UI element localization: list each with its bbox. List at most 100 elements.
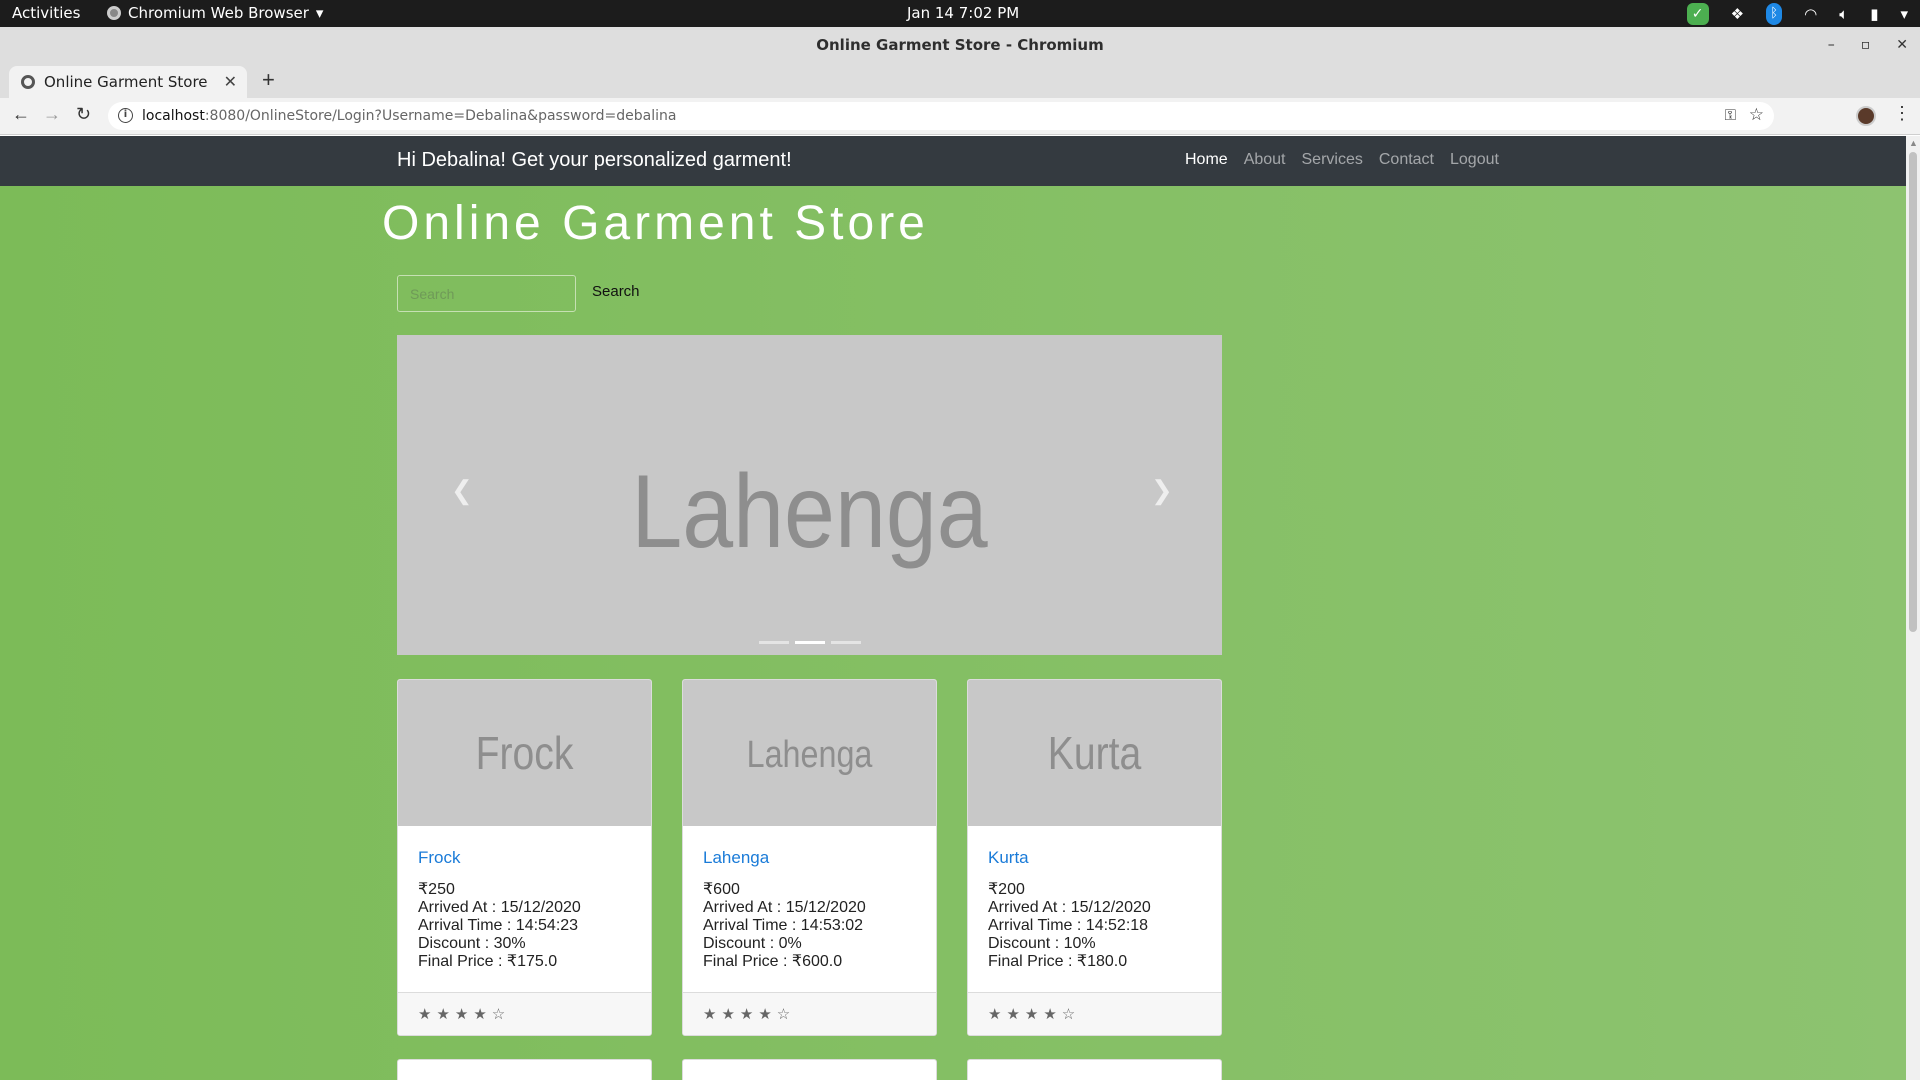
maximize-button[interactable]: ▫: [1861, 27, 1871, 63]
nav-home[interactable]: Home: [1185, 151, 1228, 169]
product-price: ₹200: [988, 881, 1025, 898]
chromium-icon: [107, 6, 121, 20]
star-rating: ★★★★☆: [988, 1006, 1081, 1023]
page-title: Online Garment Store: [382, 197, 929, 250]
product-image: Kurta: [968, 680, 1221, 826]
search-button[interactable]: Search: [592, 283, 640, 300]
back-arrow-icon[interactable]: ←: [12, 104, 30, 125]
minimize-button[interactable]: –: [1828, 27, 1835, 63]
product-card: Frock Frock ₹250 Arrived At : 15/12/2020…: [397, 679, 652, 1036]
check-status-icon[interactable]: ✓: [1686, 2, 1709, 25]
product-image-text: Kurta: [1047, 727, 1142, 779]
product-discount: Discount : 0%: [703, 935, 802, 952]
product-price: ₹600: [703, 881, 740, 898]
carousel-slide-image: Lahenga: [631, 454, 988, 570]
product-card: Lahenga Lahenga ₹600 Arrived At : 15/12/…: [682, 679, 937, 1036]
carousel-prev-icon[interactable]: ❮: [451, 475, 473, 506]
carousel-indicators: [759, 641, 861, 644]
product-arrived-at: Arrived At : 15/12/2020: [418, 899, 581, 916]
carousel-indicator[interactable]: [795, 641, 825, 644]
tab-strip: Online Garment Store ✕ +: [0, 63, 1920, 98]
clock[interactable]: Jan 14 7:02 PM: [907, 4, 1019, 22]
address-bar[interactable]: i localhost:8080/OnlineStore/Login?Usern…: [108, 102, 1774, 130]
system-top-bar: Activities Chromium Web Browser ▾ Jan 14…: [0, 0, 1920, 27]
tab-online-garment-store[interactable]: Online Garment Store ✕: [9, 66, 247, 98]
window-controls: – ▫ ✕: [1828, 27, 1908, 63]
product-details: ₹250 Arrived At : 15/12/2020 Arrival Tim…: [418, 881, 581, 971]
product-card-partial: [682, 1059, 937, 1080]
tab-label: Online Garment Store: [44, 73, 208, 91]
menu-kebab-icon[interactable]: ⋮: [1893, 103, 1911, 124]
profile-avatar[interactable]: [1856, 106, 1876, 126]
product-price: ₹250: [418, 881, 455, 898]
battery-icon[interactable]: ▮: [1870, 5, 1878, 23]
product-details: ₹600 Arrived At : 15/12/2020 Arrival Tim…: [703, 881, 866, 971]
product-carousel: Lahenga ❮ ❯: [397, 335, 1222, 655]
url-text[interactable]: localhost:8080/OnlineStore/Login?Usernam…: [142, 108, 676, 124]
site-navbar: Hi Debalina! Get your personalized garme…: [0, 136, 1906, 186]
nav-services[interactable]: Services: [1302, 151, 1363, 169]
navbar-greeting[interactable]: Hi Debalina! Get your personalized garme…: [397, 149, 792, 172]
search-input[interactable]: [397, 275, 576, 312]
product-image-text: Lahenga: [746, 734, 873, 776]
bookmark-star-icon[interactable]: ☆: [1749, 105, 1764, 125]
product-details: ₹200 Arrived At : 15/12/2020 Arrival Tim…: [988, 881, 1151, 971]
globe-icon: [21, 75, 35, 89]
activities-button[interactable]: Activities: [12, 4, 80, 22]
browser-toolbar: ← → ↻ i localhost:8080/OnlineStore/Login…: [0, 98, 1920, 135]
product-arrived-at: Arrived At : 15/12/2020: [988, 899, 1151, 916]
card-footer: ★★★★☆: [683, 992, 936, 1035]
nav-links: Home About Services Contact Logout: [1185, 151, 1499, 169]
product-card: Kurta Kurta ₹200 Arrived At : 15/12/2020…: [967, 679, 1222, 1036]
card-footer: ★★★★☆: [968, 992, 1221, 1035]
dropbox-icon[interactable]: ❖: [1731, 5, 1744, 23]
nav-about[interactable]: About: [1244, 151, 1286, 169]
product-image: Lahenga: [683, 680, 936, 826]
product-final-price: Final Price : ₹180.0: [988, 953, 1128, 970]
new-tab-button[interactable]: +: [262, 67, 275, 93]
product-name-link[interactable]: Frock: [418, 848, 461, 868]
product-card-partial: [967, 1059, 1222, 1080]
product-arrival-time: Arrival Time : 14:54:23: [418, 917, 579, 934]
window-titlebar: Online Garment Store - Chromium – ▫ ✕: [0, 27, 1920, 63]
star-rating: ★★★★☆: [703, 1006, 796, 1023]
app-menu-label: Chromium Web Browser: [128, 4, 309, 22]
bluetooth-icon[interactable]: ᛒ: [1766, 2, 1783, 25]
nav-contact[interactable]: Contact: [1379, 151, 1434, 169]
key-icon[interactable]: ⚿: [1725, 106, 1736, 124]
star-rating: ★★★★☆: [418, 1006, 511, 1023]
volume-icon[interactable]: 🔈︎: [1839, 5, 1848, 23]
card-footer: ★★★★☆: [398, 992, 651, 1035]
product-name-link[interactable]: Lahenga: [703, 848, 769, 868]
product-arrived-at: Arrived At : 15/12/2020: [703, 899, 866, 916]
product-final-price: Final Price : ₹600.0: [703, 953, 843, 970]
page-viewport: Hi Debalina! Get your personalized garme…: [0, 136, 1906, 1080]
chevron-down-icon[interactable]: ▾: [1900, 5, 1908, 23]
product-name-link[interactable]: Kurta: [988, 848, 1029, 868]
carousel-indicator[interactable]: [759, 641, 789, 644]
product-arrival-time: Arrival Time : 14:53:02: [703, 917, 864, 934]
chevron-down-icon: ▾: [315, 4, 324, 22]
reload-icon[interactable]: ↻: [76, 104, 91, 125]
url-path: :8080/OnlineStore/Login?Username=Debalin…: [204, 108, 677, 124]
carousel-indicator[interactable]: [831, 641, 861, 644]
product-image: Frock: [398, 680, 651, 826]
carousel-next-icon[interactable]: ❯: [1151, 475, 1173, 506]
product-image-text: Frock: [475, 727, 574, 779]
page-scrollbar[interactable]: ▲: [1906, 136, 1920, 1080]
product-discount: Discount : 30%: [418, 935, 526, 952]
url-host: localhost: [142, 108, 205, 124]
nav-logout[interactable]: Logout: [1450, 151, 1499, 169]
forward-arrow-icon[interactable]: →: [43, 104, 61, 125]
info-icon[interactable]: i: [118, 108, 133, 123]
app-menu[interactable]: Chromium Web Browser ▾: [107, 4, 323, 22]
window-title: Online Garment Store - Chromium: [816, 36, 1104, 54]
scrollbar-thumb[interactable]: [1909, 152, 1917, 632]
product-arrival-time: Arrival Time : 14:52:18: [988, 917, 1149, 934]
product-final-price: Final Price : ₹175.0: [418, 953, 558, 970]
close-tab-icon[interactable]: ✕: [224, 72, 237, 91]
close-window-button[interactable]: ✕: [1896, 27, 1908, 63]
scroll-up-icon[interactable]: ▲: [1909, 138, 1918, 148]
wifi-icon[interactable]: ◠: [1804, 5, 1817, 23]
system-tray[interactable]: ✓ ❖ ᛒ ◠ 🔈︎ ▮ ▾: [1686, 2, 1908, 25]
